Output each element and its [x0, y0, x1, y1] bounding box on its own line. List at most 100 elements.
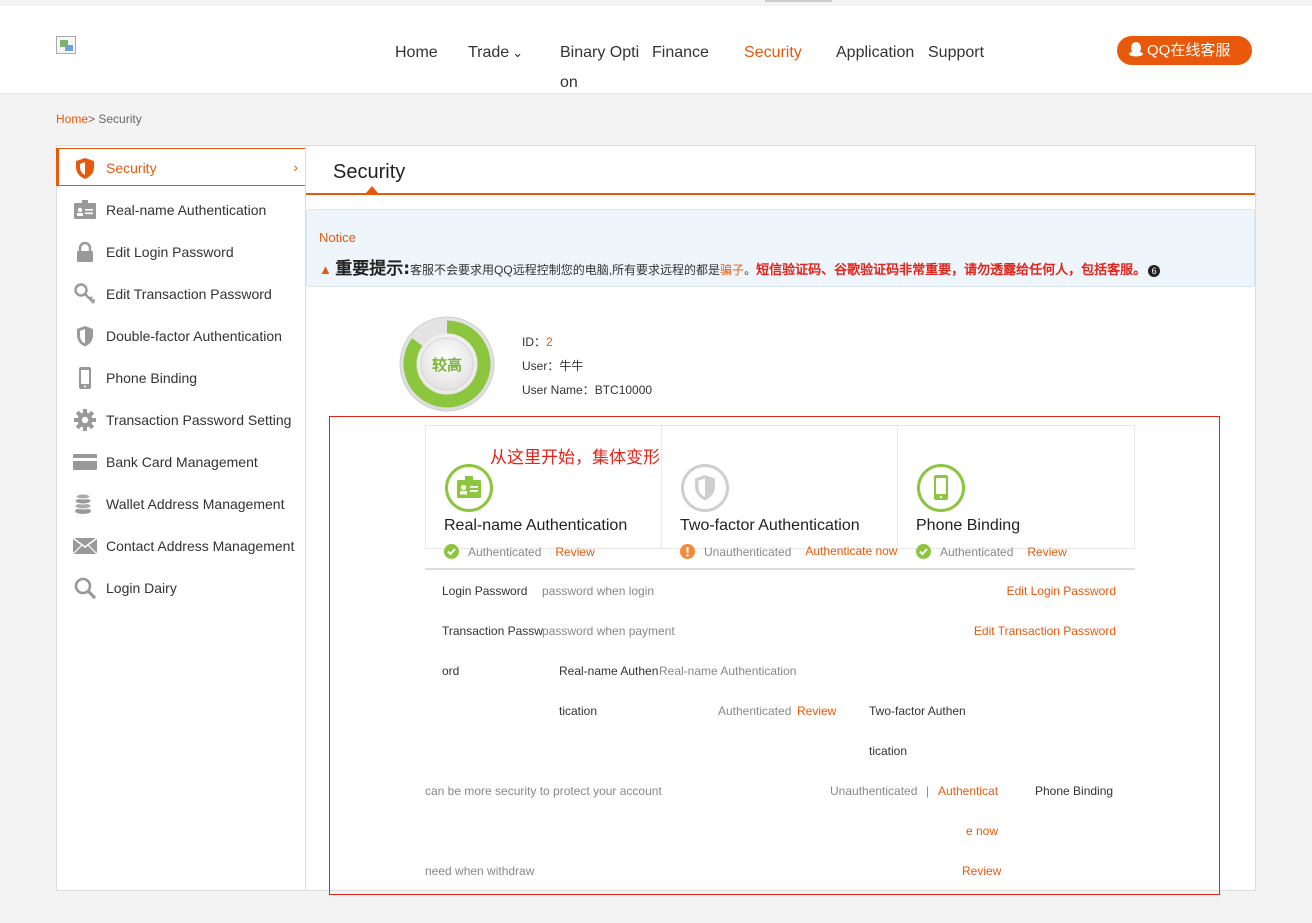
sidebar-item-wallet-address[interactable]: Wallet Address Management: [57, 484, 306, 522]
gear-icon: [74, 409, 96, 431]
row-phone-binding-desc: need when withdraw: [425, 864, 535, 878]
row-two-factor-authenticate-link[interactable]: Authenticat: [938, 784, 998, 798]
breadcrumb-sep: >: [88, 112, 96, 126]
sidebar-item-label: Security: [106, 160, 157, 176]
sidebar-item-label: Edit Transaction Password: [106, 286, 272, 302]
phone-icon: [79, 367, 91, 389]
nav-finance[interactable]: Finance: [652, 44, 709, 62]
shield-outline-icon: [681, 464, 729, 512]
sidebar-item-label: Transaction Password Setting: [106, 412, 292, 428]
sidebar-item-contact-address[interactable]: Contact Address Management: [57, 526, 306, 564]
sidebar-item-label: Contact Address Management: [106, 538, 295, 554]
row-realname-review-link[interactable]: Review: [797, 704, 836, 718]
username-value: BTC10000: [594, 383, 653, 397]
card-title: Two-factor Authentication: [680, 517, 860, 534]
row-transaction-password-label-wrap: ord: [442, 664, 460, 678]
row-two-factor-authenticate-link-wrap[interactable]: e now: [966, 824, 998, 838]
security-level-gauge: 较高: [399, 316, 495, 412]
row-realname-label-wrap: tication: [559, 704, 598, 718]
username-row: User Name：BTC10000: [522, 378, 652, 402]
coins-icon: [74, 493, 92, 514]
card-status-text: Authenticated: [940, 545, 1014, 559]
sidebar-item-login-diary[interactable]: Login Dairy: [57, 568, 306, 606]
card-status: Authenticated Review: [444, 544, 595, 559]
breadcrumb-current: Security: [98, 112, 142, 126]
sidebar-item-bank-card[interactable]: Bank Card Management: [57, 442, 306, 480]
phone-icon: [917, 464, 965, 512]
nav-home[interactable]: Home: [395, 44, 438, 62]
sidebar-item-label: Login Dairy: [106, 580, 177, 596]
card-two-factor: Two-factor Authentication Unauthenticate…: [662, 426, 898, 559]
nav-security[interactable]: Security: [744, 44, 802, 62]
row-transaction-password-desc: password when payment: [542, 624, 675, 638]
card-title: Phone Binding: [916, 517, 1021, 534]
gauge-label: 较高: [432, 356, 462, 374]
row-two-factor-label: Two-factor Authen: [869, 704, 966, 718]
card-review-link[interactable]: Review: [555, 545, 594, 559]
notice-emphasis: 短信验证码、谷歌验证码非常重要，请勿透露给任何人，包括客服。: [756, 262, 1147, 277]
card-icon: [73, 454, 97, 470]
nav-application[interactable]: Application: [836, 44, 914, 62]
nav-trade[interactable]: Trade ⌄: [468, 44, 523, 62]
sidebar-item-phone-binding[interactable]: Phone Binding: [57, 358, 306, 396]
nav-binary-option[interactable]: Binary Option: [560, 38, 642, 98]
sidebar-item-label: Phone Binding: [106, 370, 198, 386]
check-icon: [444, 544, 459, 559]
sidebar-item-login-password[interactable]: Edit Login Password: [57, 232, 306, 270]
check-icon: [916, 544, 931, 559]
auth-cards: Real-name Authentication Authenticated Re…: [425, 425, 1135, 559]
notice-text: ▲ 重要提示:客服不会要求用QQ远程控制您的电脑,所有要求远程的都是骗子。短信验…: [319, 254, 1161, 279]
id-card-icon: [445, 464, 493, 512]
user-id-value: 2: [546, 335, 553, 349]
card-status-text: Authenticated: [468, 545, 542, 559]
user-label: User：: [522, 359, 560, 373]
notice-heading: 重要提示:: [335, 259, 411, 279]
row-realname-label: Real-name Authen: [559, 664, 659, 678]
chevron-down-icon: ⌄: [512, 45, 524, 60]
row-two-factor-sep: |: [926, 784, 930, 798]
sidebar-item-label: Wallet Address Management: [106, 496, 285, 512]
qq-service-label: QQ在线客服: [1147, 42, 1231, 59]
shield-outline-icon: [77, 326, 93, 347]
row-realname-status: Authenticated: [718, 704, 792, 718]
breadcrumb: Home> Security: [56, 112, 142, 126]
nav-support[interactable]: Support: [928, 44, 984, 62]
username-label: User Name：: [522, 383, 595, 397]
sidebar-item-transaction-password-setting[interactable]: Transaction Password Setting: [57, 400, 306, 438]
edit-login-password-link[interactable]: Edit Login Password: [1007, 584, 1116, 598]
breadcrumb-home[interactable]: Home: [56, 112, 88, 126]
notice-sep: 。: [744, 263, 757, 277]
user-id-row: ID：2: [522, 330, 652, 354]
sidebar-item-double-factor[interactable]: Double-factor Authentication: [57, 316, 306, 354]
broken-logo-image[interactable]: [56, 36, 76, 54]
sidebar-item-realname[interactable]: Real-name Authentication: [57, 190, 306, 228]
section-divider: [425, 568, 1135, 570]
card-realname: Real-name Authentication Authenticated Re…: [426, 426, 662, 559]
magnifier-icon: [74, 577, 97, 600]
title-underline: [306, 193, 1255, 195]
key-icon: [74, 283, 96, 304]
id-card-icon: [74, 200, 96, 219]
sidebar-item-transaction-password[interactable]: Edit Transaction Password: [57, 274, 306, 312]
card-review-link[interactable]: Review: [1027, 545, 1066, 559]
sidebar-item-security[interactable]: Security ›: [56, 148, 307, 186]
shield-icon: [76, 158, 94, 179]
edit-transaction-password-link[interactable]: Edit Transaction Password: [974, 624, 1116, 638]
notice-scam-word: 骗子: [720, 263, 745, 277]
exclamation-icon: [680, 544, 695, 559]
chevron-right-icon: ›: [293, 159, 298, 175]
row-two-factor-status: Unauthenticated: [830, 784, 918, 798]
card-status-text: Unauthenticated: [704, 545, 792, 559]
notice-box: Notice ▲ 重要提示:客服不会要求用QQ远程控制您的电脑,所有要求远程的都…: [306, 209, 1255, 287]
row-login-password-desc: password when login: [542, 584, 655, 598]
envelope-icon: [73, 537, 97, 555]
row-phone-binding-review-link[interactable]: Review: [962, 864, 1001, 878]
user-value: 牛牛: [559, 359, 584, 373]
card-authenticate-link[interactable]: Authenticate now: [805, 539, 897, 563]
qq-service-button[interactable]: QQ在线客服: [1117, 36, 1252, 65]
lock-icon: [77, 241, 93, 262]
user-name-row: User：牛牛: [522, 354, 652, 378]
sidebar-item-label: Double-factor Authentication: [106, 328, 282, 344]
notice-title: Notice: [319, 230, 356, 245]
card-status: Authenticated Review: [916, 544, 1067, 559]
